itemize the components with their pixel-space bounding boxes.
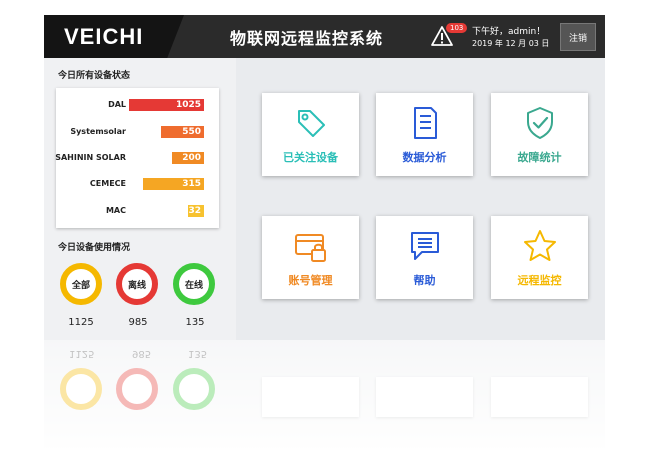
alarm-count-badge: 103 [446, 23, 468, 33]
reflection-ring [60, 368, 102, 410]
status-row-label: DAL [108, 100, 126, 109]
card-lock-icon [294, 234, 326, 262]
tile-help[interactable]: 帮助 [376, 216, 473, 299]
screen-reflection: 1125 985 135 [44, 340, 605, 450]
logout-button[interactable]: 注销 [560, 23, 596, 51]
tile-fault-statistics[interactable]: 故障统计 [491, 93, 588, 176]
usage-ring-online[interactable]: 在线 [173, 263, 215, 305]
tile-followed-devices[interactable]: 已关注设备 [262, 93, 359, 176]
usage-count-all: 1125 [68, 317, 94, 328]
reflection-count: 985 [132, 348, 152, 359]
reflection-count: 1125 [69, 348, 95, 359]
app-screen: VEICHI 物联网远程监控系统 103 下午好，admin！ 2019 年 1… [44, 15, 605, 340]
brand-logo: VEICHI [64, 24, 144, 49]
tile-label: 故障统计 [517, 151, 562, 164]
status-row-bar[interactable]: 315 [143, 178, 204, 190]
star-icon [523, 230, 556, 261]
greeting-text: 下午好，admin！ [472, 27, 546, 37]
document-list-icon [413, 107, 437, 139]
reflection-count: 135 [188, 348, 208, 359]
reflection-tile [376, 377, 473, 417]
status-row-label: CEMECE [89, 179, 126, 188]
reflection-tile [491, 377, 588, 417]
left-panel: 今日所有设备状态 DAL 1025 Systemsolar 550 SAHINI… [44, 58, 236, 340]
usage-title: 今日设备使用情况 [58, 243, 131, 253]
tile-label: 帮助 [413, 274, 436, 287]
tile-label: 远程监控 [517, 274, 562, 287]
reflection-ring [116, 368, 158, 410]
device-status-title: 今日所有设备状态 [58, 71, 131, 81]
right-panel: 已关注设备 数据分析 故障统计 账号管理 帮助 远程监控 [236, 58, 605, 340]
tile-account-management[interactable]: 账号管理 [262, 216, 359, 299]
reflection-tile [262, 377, 359, 417]
usage-ring-offline[interactable]: 离线 [116, 263, 158, 305]
status-row-label: SAHININ SOLAR [55, 153, 126, 162]
status-row-label: MAC [105, 206, 126, 215]
status-row-bar[interactable]: 200 [172, 152, 204, 164]
tag-icon [297, 110, 325, 137]
reflection-ring [173, 368, 215, 410]
status-row-bar[interactable]: 32 [188, 205, 204, 217]
tile-label: 已关注设备 [283, 151, 338, 164]
status-row-label: Systemsolar [70, 127, 126, 136]
chat-bubble-icon [410, 232, 439, 260]
status-row-bar[interactable]: 550 [161, 126, 204, 138]
page-title: 物联网远程监控系统 [230, 29, 384, 48]
usage-ring-all[interactable]: 全部 [60, 263, 102, 305]
usage-count-online: 135 [185, 317, 205, 328]
header-bar: VEICHI 物联网远程监控系统 103 下午好，admin！ 2019 年 1… [44, 15, 605, 58]
tile-remote-monitoring[interactable]: 远程监控 [491, 216, 588, 299]
status-row-bar[interactable]: 1025 [129, 99, 204, 111]
device-status-card: DAL 1025 Systemsolar 550 SAHININ SOLAR 2… [55, 88, 219, 228]
tile-label: 数据分析 [402, 151, 447, 164]
tile-data-analysis[interactable]: 数据分析 [376, 93, 473, 176]
tile-label: 账号管理 [288, 274, 333, 287]
shield-check-icon [526, 107, 553, 139]
usage-count-offline: 985 [128, 317, 148, 328]
date-text: 2019 年 12 月 03 日 [472, 39, 550, 48]
